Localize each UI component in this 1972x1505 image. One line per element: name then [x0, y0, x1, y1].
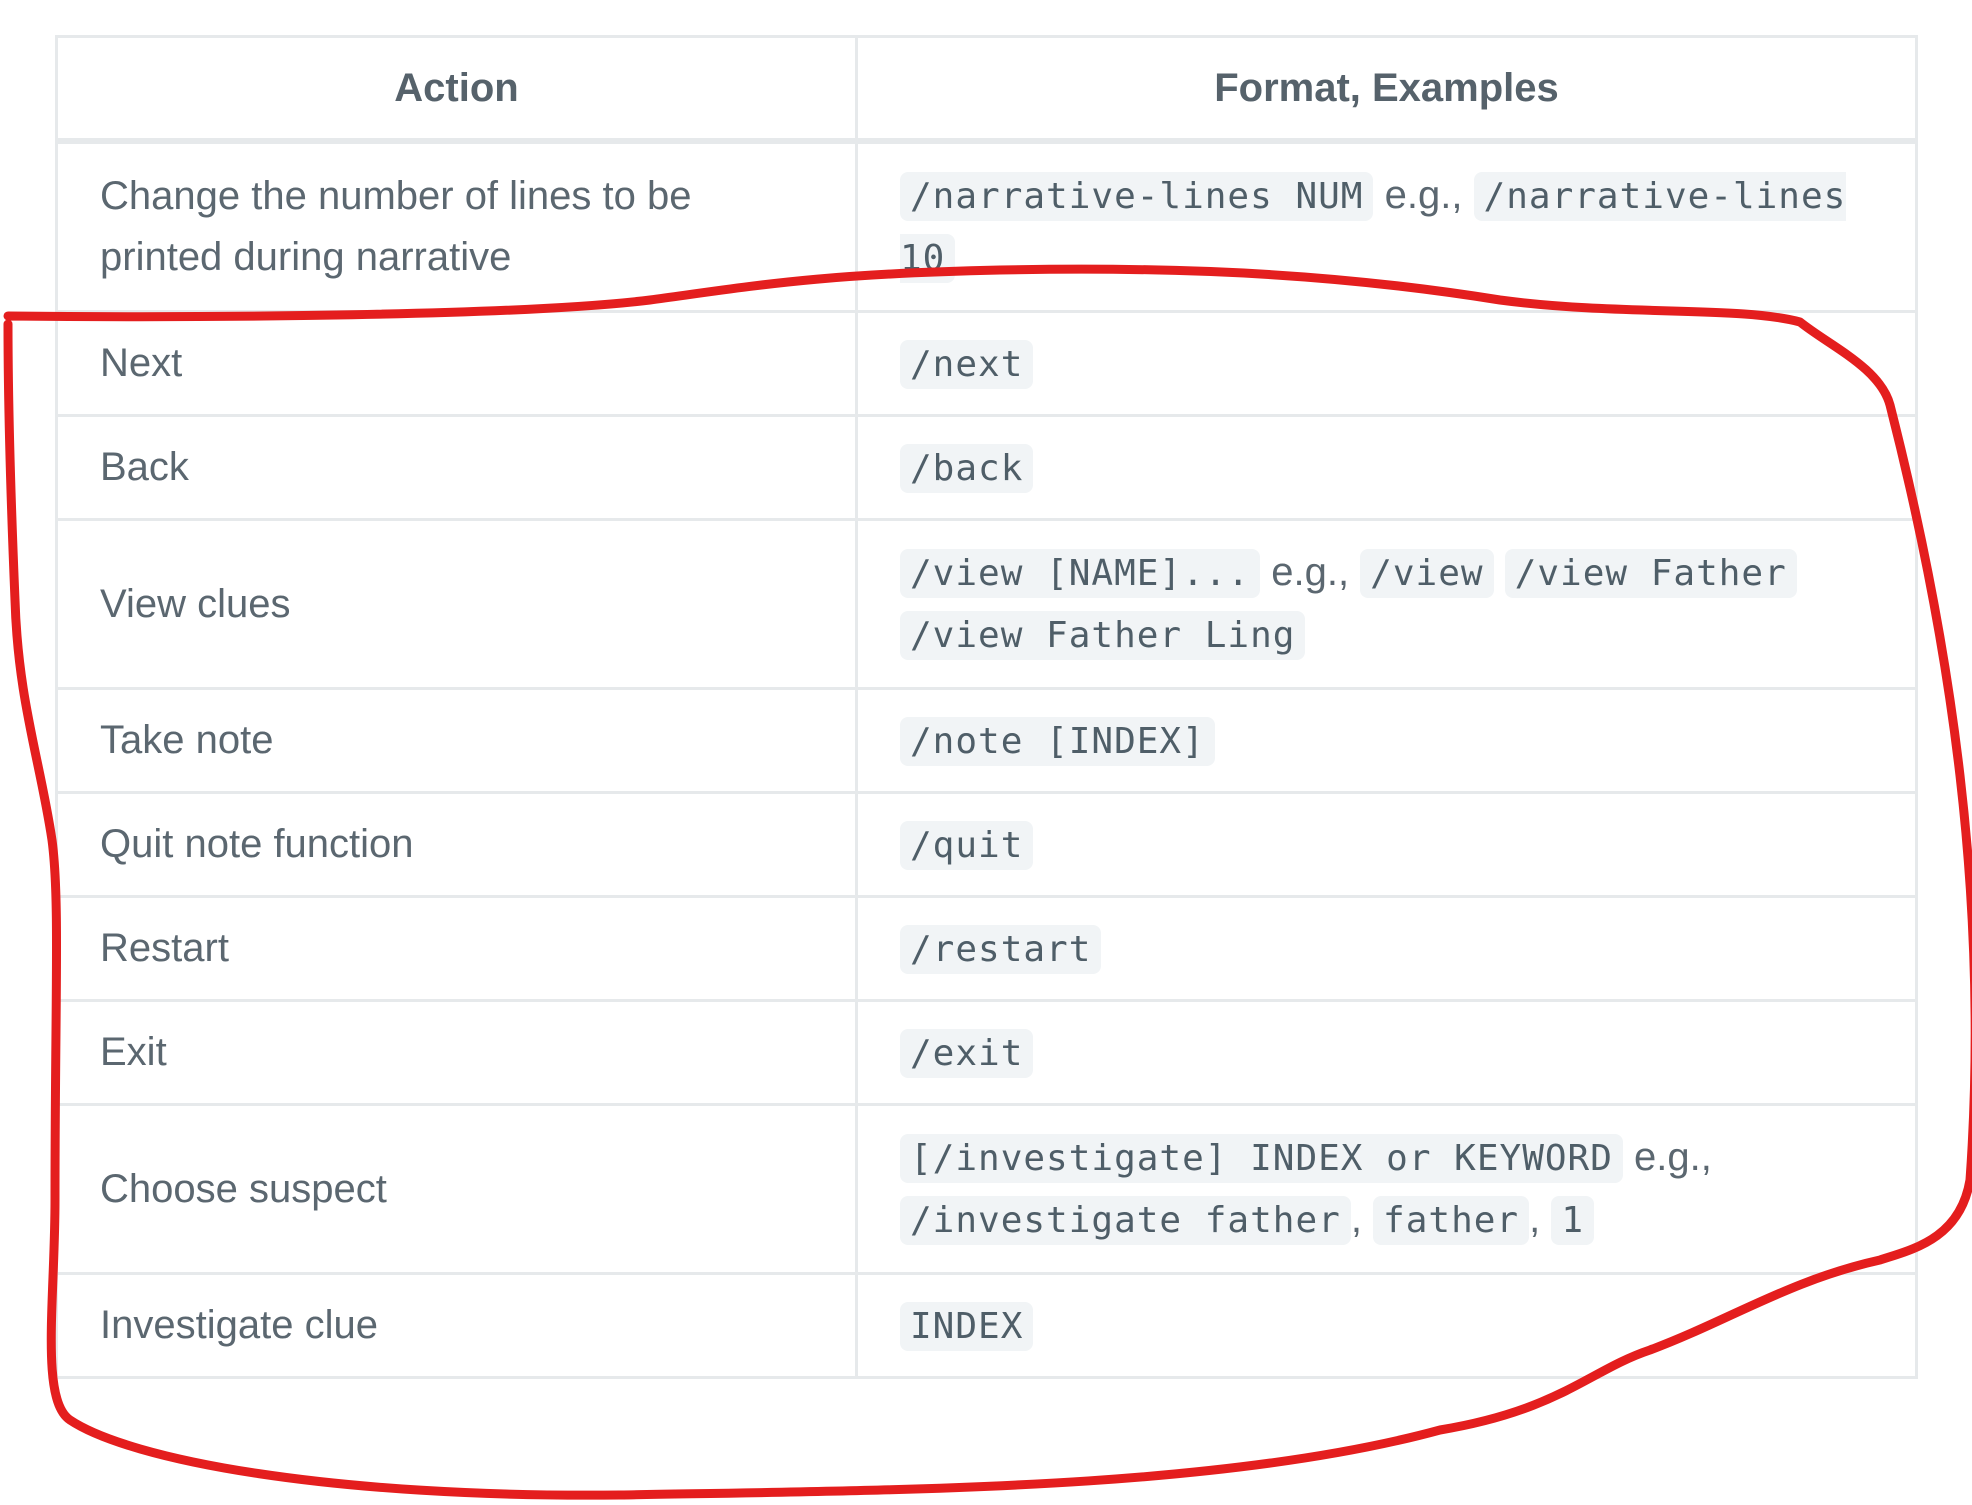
table-row: Take note/note [INDEX]: [55, 687, 1918, 794]
command-code: /investigate father: [900, 1196, 1351, 1245]
command-code: /view: [1360, 549, 1494, 598]
command-code: /view Father Ling: [900, 611, 1306, 660]
action-cell: Investigate clue: [55, 1272, 858, 1379]
action-cell: Exit: [55, 999, 858, 1106]
table-row: Change the number of lines to be printed…: [55, 139, 1918, 313]
table-row: Back/back: [55, 414, 1918, 521]
command-code: /restart: [900, 924, 1102, 974]
command-code: INDEX: [900, 1301, 1034, 1351]
action-cell: Quit note function: [55, 791, 858, 898]
table-row: Restart/restart: [55, 895, 1918, 1002]
format-cell: /exit: [855, 999, 1918, 1106]
format-text: ,: [1529, 1197, 1552, 1241]
format-cell: /note [INDEX]: [855, 687, 1918, 794]
format-cell: /view [NAME]... e.g., /view /view Father…: [855, 518, 1918, 690]
command-code: /exit: [900, 1028, 1034, 1078]
command-table-container: Action Format, Examples Change the numbe…: [55, 35, 1918, 1379]
action-cell: Restart: [55, 895, 858, 1002]
format-cell: /next: [855, 310, 1918, 417]
action-cell: Back: [55, 414, 858, 521]
format-text: ,: [1350, 1197, 1374, 1241]
format-text: e.g.,: [1622, 1135, 1712, 1179]
action-cell: Take note: [55, 687, 858, 794]
command-code: 1: [1551, 1196, 1595, 1245]
format-text: e.g.,: [1260, 550, 1361, 594]
command-code: /view [NAME]...: [900, 549, 1261, 598]
table-row: Choose suspect [/investigate] INDEX or KE…: [55, 1103, 1918, 1275]
format-cell: /quit: [855, 791, 1918, 898]
header-format: Format, Examples: [855, 35, 1918, 144]
table-row: View clues/view [NAME]... e.g., /view /v…: [55, 518, 1918, 690]
command-code: [/investigate] INDEX or KEYWORD: [900, 1134, 1623, 1183]
command-code: /view Father: [1504, 549, 1797, 598]
format-cell: /narrative-lines NUM e.g., /narrative-li…: [855, 139, 1918, 313]
command-code: /next: [900, 339, 1034, 389]
command-table: Action Format, Examples Change the numbe…: [55, 35, 1918, 1379]
command-code: /note [INDEX]: [900, 716, 1215, 766]
format-text: [1494, 550, 1505, 594]
header-action: Action: [55, 35, 858, 144]
table-row: Exit/exit: [55, 999, 1918, 1106]
table-row: Next/next: [55, 310, 1918, 417]
format-cell: [/investigate] INDEX or KEYWORD e.g., /i…: [855, 1103, 1918, 1275]
command-code: /quit: [900, 820, 1034, 870]
table-row: Investigate clue INDEX: [55, 1272, 1918, 1379]
action-cell: View clues: [55, 518, 858, 690]
format-text: e.g.,: [1373, 173, 1474, 217]
table-row: Quit note function/quit: [55, 791, 1918, 898]
table-header-row: Action Format, Examples: [55, 35, 1918, 144]
command-code: /narrative-lines NUM: [900, 172, 1374, 221]
table-body: Change the number of lines to be printed…: [55, 139, 1918, 1379]
format-cell: /restart: [855, 895, 1918, 1002]
action-cell: Next: [55, 310, 858, 417]
command-code: /back: [900, 443, 1034, 493]
action-cell: Choose suspect: [55, 1103, 858, 1275]
command-code: father: [1373, 1196, 1530, 1245]
format-cell: /back: [855, 414, 1918, 521]
action-cell: Change the number of lines to be printed…: [55, 139, 858, 313]
format-cell: INDEX: [855, 1272, 1918, 1379]
